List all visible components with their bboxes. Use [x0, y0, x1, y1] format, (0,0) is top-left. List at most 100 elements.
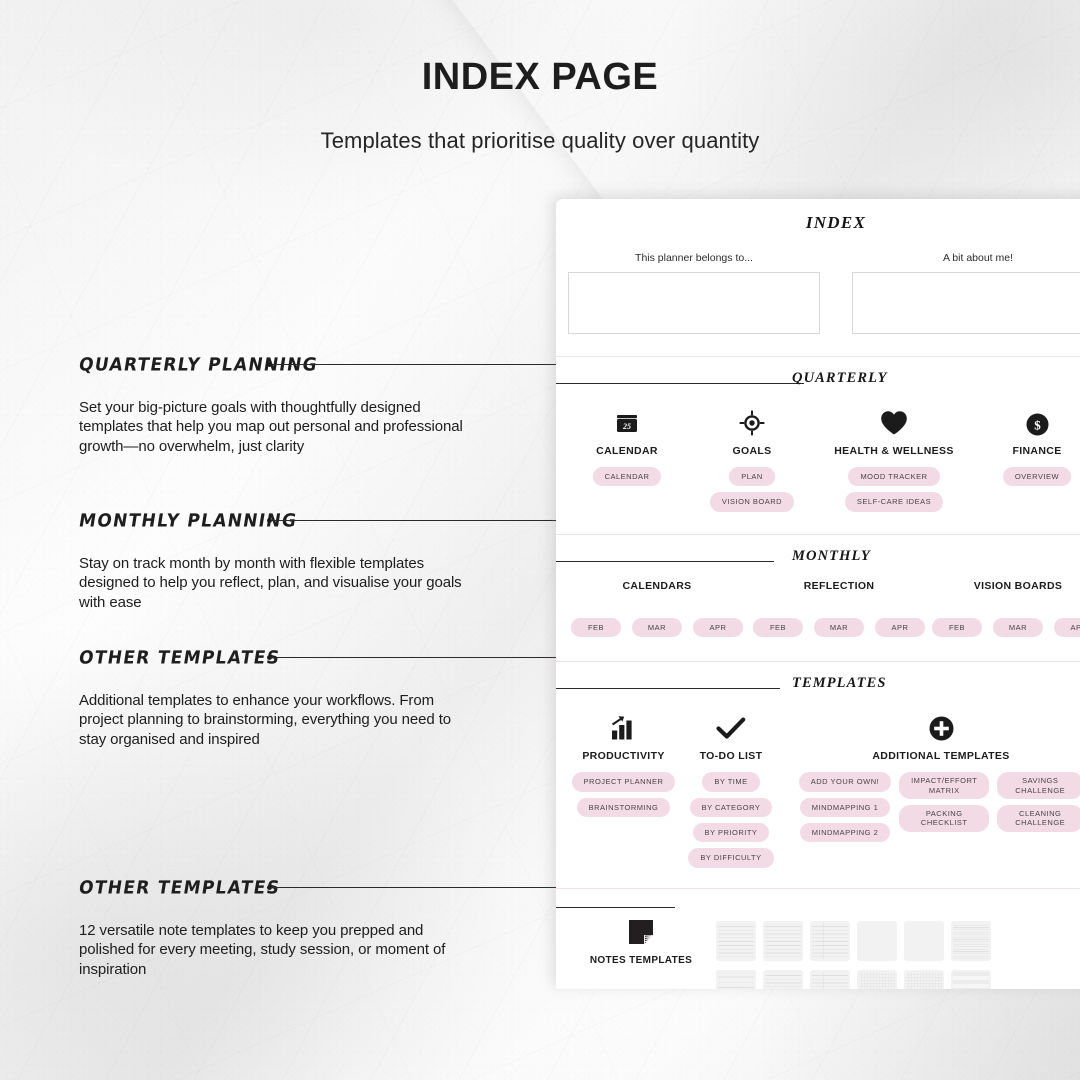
- pill-add-your-own[interactable]: ADD YOUR OWN!: [798, 772, 892, 792]
- pill-impact-effort-matrix[interactable]: IMPACT/EFFORT MATRIX: [899, 772, 990, 799]
- block-title: OTHER TEMPLATES: [77, 647, 282, 669]
- section-label: QUARTERLY: [792, 370, 888, 386]
- category-finance[interactable]: $ FINANCE OVERVIEW: [972, 406, 1080, 512]
- note-thumbnail[interactable]: [904, 920, 944, 961]
- pill-column-1: ADD YOUR OWN! MINDMAPPING 1 MINDMAPPING …: [798, 772, 892, 843]
- note-thumbnail[interactable]: [716, 920, 756, 961]
- pill-savings-challenge[interactable]: SAVINGS CHALLENGE: [997, 772, 1080, 799]
- category-name: HEALTH & WELLNESS: [834, 445, 954, 457]
- category-health-wellness[interactable]: HEALTH & WELLNESS MOOD TRACKER SELF-CARE…: [816, 406, 972, 512]
- pill-apr[interactable]: APR: [875, 617, 925, 638]
- category-name: FINANCE: [1012, 445, 1062, 457]
- group-pills: FEB MAR APR: [932, 617, 1080, 638]
- section-header-templates: TEMPLATES: [556, 675, 1080, 701]
- about-me-field-group: A bit about me!: [852, 252, 1080, 334]
- group-calendars: CALENDARS FEB MAR APR: [566, 579, 748, 638]
- category-calendar[interactable]: 25 CALENDAR CALENDAR: [566, 406, 688, 512]
- notes-label: NOTES TEMPLATES: [589, 954, 693, 966]
- category-name: GOALS: [732, 445, 772, 457]
- section-label: MONTHLY: [792, 547, 871, 564]
- field-label: A bit about me!: [942, 252, 1014, 264]
- pill-apr[interactable]: APR: [1054, 617, 1080, 638]
- heart-icon: [880, 406, 908, 436]
- pill-by-time[interactable]: BY TIME: [702, 772, 760, 792]
- pill-self-care-ideas[interactable]: SELF-CARE IDEAS: [844, 492, 944, 512]
- pill-feb[interactable]: FEB: [932, 617, 982, 638]
- note-thumbnail[interactable]: [763, 969, 803, 989]
- group-reflection: REFLECTION FEB MAR APR: [748, 580, 930, 638]
- category-goals[interactable]: GOALS PLAN VISION BOARD: [688, 406, 816, 512]
- block-title: QUARTERLY PLANNING: [77, 354, 320, 376]
- group-pills: FEB MAR APR: [571, 617, 743, 638]
- pill-plan[interactable]: PLAN: [729, 467, 775, 487]
- page-title: INDEX PAGE: [421, 56, 659, 98]
- pill-overview[interactable]: OVERVIEW: [1002, 467, 1072, 487]
- pill-mar[interactable]: MAR: [632, 617, 682, 638]
- note-thumbnail[interactable]: [951, 920, 991, 961]
- group-name: VISION BOARDS: [973, 579, 1063, 592]
- pill-mindmapping-2[interactable]: MINDMAPPING 2: [799, 822, 891, 843]
- note-thumbnail[interactable]: [763, 920, 803, 961]
- intro-fields: This planner belongs to... A bit about m…: [556, 252, 1080, 334]
- section-header-monthly: MONTHLY: [556, 548, 1080, 574]
- note-thumbnail[interactable]: [857, 969, 897, 989]
- pill-brainstorming[interactable]: BRAINSTORMING: [576, 797, 671, 817]
- note-thumbnail[interactable]: [810, 969, 850, 989]
- pill-mood-tracker[interactable]: MOOD TRACKER: [848, 467, 940, 487]
- pill-by-category[interactable]: BY CATEGORY: [689, 797, 773, 817]
- category-pills: PROJECT PLANNER BRAINSTORMING: [571, 772, 676, 817]
- quarterly-categories: 25 CALENDAR CALENDAR GOALS PLAN VISION B…: [556, 406, 1080, 512]
- index-page-slide: INDEX PAGE Templates that prioritise qua…: [0, 0, 1080, 1080]
- notes-category[interactable]: NOTES TEMPLATES: [566, 909, 716, 989]
- note-thumbnail[interactable]: [904, 969, 944, 989]
- category-additional-templates[interactable]: ADDITIONAL TEMPLATES ADD YOUR OWN! MINDM…: [781, 711, 1080, 843]
- section-label: TEMPLATES: [792, 675, 887, 692]
- category-to-do-list[interactable]: TO-DO LIST BY TIME BY CATEGORY BY PRIORI…: [681, 711, 781, 868]
- plus-circle-icon: [929, 711, 954, 741]
- target-icon: [739, 406, 765, 436]
- group-pills: FEB MAR APR: [753, 617, 925, 638]
- note-thumbnail[interactable]: [951, 969, 991, 989]
- about-me-input[interactable]: [852, 272, 1080, 334]
- group-name: CALENDARS: [622, 579, 692, 592]
- pill-by-priority[interactable]: BY PRIORITY: [692, 822, 770, 843]
- section-divider: [556, 533, 1080, 535]
- section-divider: [556, 887, 1080, 889]
- pill-vision-board[interactable]: VISION BOARD: [709, 492, 795, 512]
- additional-pill-columns: ADD YOUR OWN! MINDMAPPING 1 MINDMAPPING …: [798, 772, 1080, 843]
- category-name: TO-DO LIST: [699, 750, 763, 763]
- pill-mar[interactable]: MAR: [993, 617, 1043, 638]
- pill-column-2: IMPACT/EFFORT MATRIX PACKING CHECKLIST: [899, 772, 990, 832]
- description-block-other-templates: OTHER TEMPLATES Additional templates to …: [77, 647, 479, 749]
- category-name: ADDITIONAL TEMPLATES: [872, 750, 1010, 763]
- calendar-icon: 25: [615, 406, 639, 436]
- section-divider: [556, 356, 1080, 357]
- pill-mindmapping-1[interactable]: MINDMAPPING 1: [799, 797, 891, 817]
- note-page-icon: [628, 919, 654, 945]
- note-thumbnail[interactable]: [716, 969, 756, 989]
- planner-owner-field-group: This planner belongs to...: [568, 252, 820, 334]
- pill-cleaning-challenge[interactable]: CLEANING CHALLENGE: [997, 804, 1080, 832]
- pill-column-3: SAVINGS CHALLENGE CLEANING CHALLENGE: [997, 772, 1080, 832]
- dollar-circle-icon: $: [1026, 406, 1049, 436]
- page-subtitle: Templates that prioritise quality over q…: [320, 128, 760, 153]
- svg-text:25: 25: [622, 422, 631, 431]
- templates-categories: PRODUCTIVITY PROJECT PLANNER BRAINSTORMI…: [556, 711, 1080, 868]
- planner-owner-input[interactable]: [568, 272, 820, 334]
- pill-mar[interactable]: MAR: [814, 617, 864, 638]
- pill-project-planner[interactable]: PROJECT PLANNER: [571, 772, 676, 792]
- pill-apr[interactable]: APR: [693, 617, 743, 638]
- pill-feb[interactable]: FEB: [753, 617, 803, 638]
- pill-calendar[interactable]: CALENDAR: [592, 467, 662, 487]
- note-thumbnail[interactable]: [810, 920, 850, 961]
- category-pills: PLAN VISION BOARD: [709, 467, 795, 512]
- notes-thumbnail-grid: [716, 909, 1080, 989]
- index-preview-panel[interactable]: INDEX This planner belongs to... A bit a…: [556, 199, 1080, 989]
- category-name: CALENDAR: [596, 445, 658, 457]
- pill-by-difficulty[interactable]: BY DIFFICULTY: [688, 848, 774, 868]
- pill-packing-checklist[interactable]: PACKING CHECKLIST: [899, 804, 990, 832]
- field-label: This planner belongs to...: [635, 252, 753, 264]
- category-productivity[interactable]: PRODUCTIVITY PROJECT PLANNER BRAINSTORMI…: [566, 711, 681, 817]
- pill-feb[interactable]: FEB: [571, 617, 621, 638]
- note-thumbnail[interactable]: [857, 920, 897, 961]
